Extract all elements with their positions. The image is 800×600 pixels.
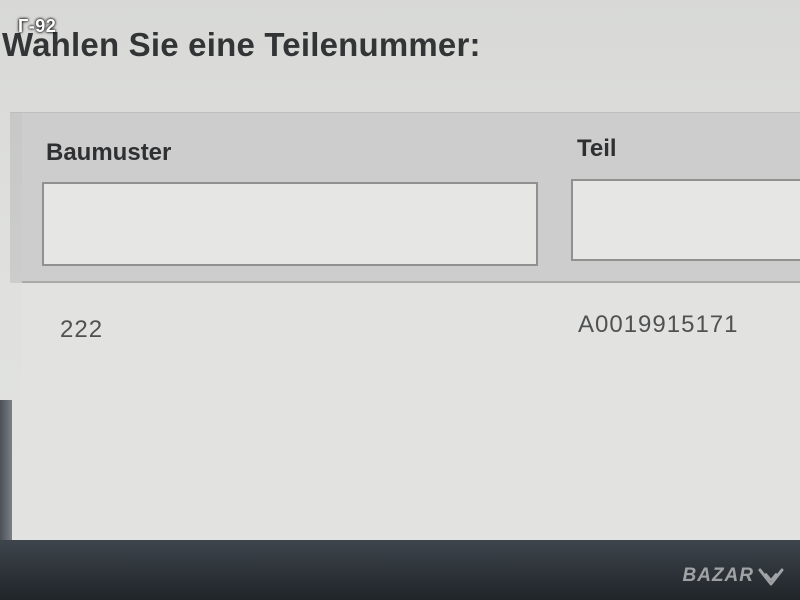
page-title: Wahlen Sie eine Teilenummer: <box>2 26 481 63</box>
header-divider <box>22 281 800 283</box>
bazar-logo-icon <box>758 568 784 586</box>
results-list: 222 A0019915171 <box>22 284 800 540</box>
watermark: BAZAR <box>683 564 787 588</box>
filter-panel: Baumuster Teil <box>10 112 800 283</box>
column-header-baumuster: Baumuster <box>46 139 172 166</box>
listing-tag: Г-92 <box>18 16 57 36</box>
cell-baumuster: 222 <box>60 316 104 343</box>
monitor-bezel <box>0 540 800 600</box>
filter-panel-inner: Baumuster Teil <box>22 113 800 279</box>
column-header-teil: Teil <box>577 135 617 162</box>
screen-left-edge <box>0 400 12 540</box>
watermark-text: BAZAR <box>682 565 754 586</box>
teil-filter-input[interactable] <box>571 179 800 261</box>
baumuster-filter-input[interactable] <box>42 182 538 266</box>
screen: Г-92 Wahlen Sie eine Teilenummer: Baumus… <box>0 0 800 600</box>
table-row[interactable]: 222 A0019915171 <box>22 284 800 374</box>
cell-teil: A0019915171 <box>578 311 739 338</box>
